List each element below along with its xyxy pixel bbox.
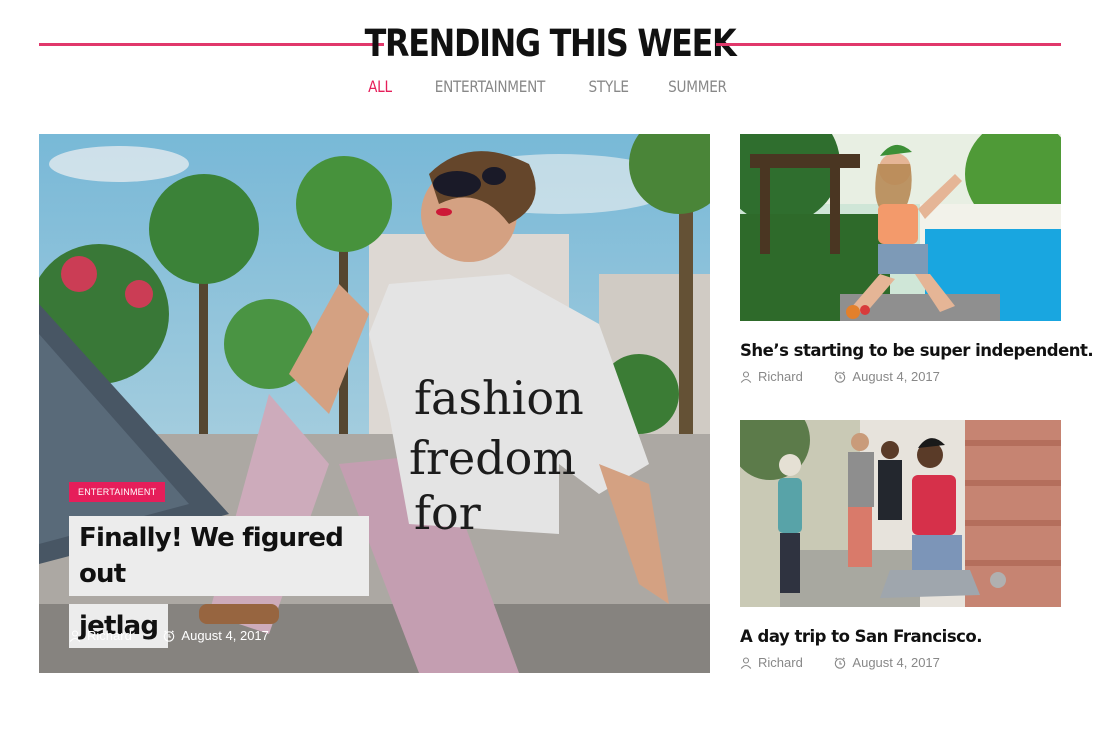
- post-image: [740, 134, 1061, 321]
- post-image: [740, 420, 1061, 607]
- post-meta: Richard August 4, 2017: [740, 369, 1061, 386]
- author-name: Richard: [87, 628, 132, 643]
- user-icon: [740, 656, 752, 669]
- user-icon: [740, 370, 752, 383]
- author-name: Richard: [758, 655, 803, 670]
- date-text: August 4, 2017: [852, 655, 940, 670]
- tab-summer[interactable]: SUMMER: [668, 77, 727, 96]
- post-date: August 4, 2017: [834, 655, 940, 670]
- featured-meta: Richard August 4, 2017: [69, 628, 297, 645]
- date-text: August 4, 2017: [852, 369, 940, 384]
- author-link[interactable]: Richard: [740, 369, 803, 384]
- post-thumbnail[interactable]: [740, 134, 1061, 321]
- featured-post[interactable]: fashion fredom for ENTERTAINMENT Finally…: [39, 134, 710, 673]
- post-card: A day trip to San Francisco. Richard Aug…: [740, 420, 1061, 672]
- section-header: TRENDING THIS WEEK: [39, 18, 1061, 70]
- author-link[interactable]: Richard: [69, 628, 132, 643]
- category-badge[interactable]: ENTERTAINMENT: [69, 482, 166, 502]
- tab-style[interactable]: STYLE: [589, 77, 629, 96]
- post-thumbnail[interactable]: [740, 420, 1061, 607]
- post-card: She’s starting to be super independent. …: [740, 134, 1094, 386]
- author-name: Richard: [758, 369, 803, 384]
- category-tabs: ALL ENTERTAINMENT STYLE SUMMER: [0, 77, 1098, 97]
- post-title[interactable]: She’s starting to be super independent.: [740, 341, 1094, 360]
- tab-entertainment[interactable]: ENTERTAINMENT: [434, 77, 545, 96]
- user-icon: [69, 629, 81, 642]
- date-text: August 4, 2017: [181, 628, 269, 643]
- clock-icon: [164, 630, 175, 642]
- post-title[interactable]: A day trip to San Francisco.: [740, 627, 1061, 646]
- featured-title-line-1: Finally! We figured out: [69, 516, 369, 596]
- post-meta: Richard August 4, 2017: [740, 655, 1061, 672]
- author-link[interactable]: Richard: [740, 655, 803, 670]
- header-rule-right: [716, 43, 1061, 46]
- clock-icon: [835, 371, 846, 383]
- tab-all[interactable]: ALL: [368, 77, 392, 96]
- post-date: August 4, 2017: [163, 628, 269, 643]
- post-date: August 4, 2017: [834, 369, 940, 384]
- clock-icon: [835, 657, 846, 669]
